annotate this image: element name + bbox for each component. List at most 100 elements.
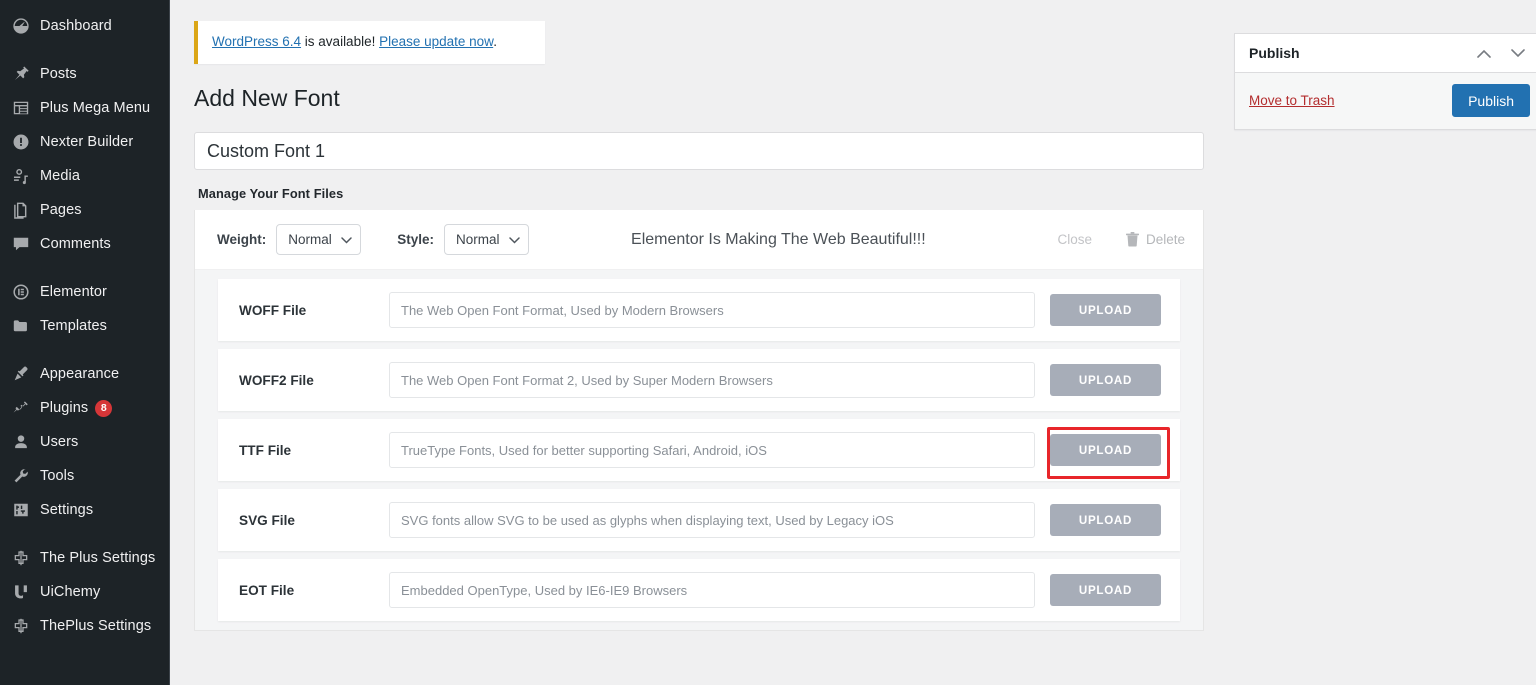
sidebar-item-tools[interactable]: Tools bbox=[0, 459, 170, 493]
font-title-input[interactable] bbox=[194, 132, 1204, 171]
weight-select[interactable]: Normal bbox=[276, 224, 362, 256]
update-now-link[interactable]: Please update now bbox=[379, 34, 493, 49]
sidebar-item-comments[interactable]: Comments bbox=[0, 227, 170, 261]
wordpress-version-link[interactable]: WordPress 6.4 bbox=[212, 34, 301, 49]
font-file-row: EOT File UPLOAD bbox=[218, 559, 1180, 622]
trash-icon bbox=[1125, 232, 1139, 247]
sidebar-item-media[interactable]: Media bbox=[0, 159, 170, 193]
style-select-wrap[interactable]: Normal bbox=[444, 224, 530, 256]
font-file-type-label: WOFF2 File bbox=[239, 372, 314, 388]
font-file-path-input[interactable] bbox=[389, 362, 1035, 399]
sidebar-item-plus-mega-menu[interactable]: Plus Mega Menu bbox=[0, 91, 170, 125]
font-file-path-input[interactable] bbox=[389, 432, 1035, 469]
weight-select-wrap[interactable]: Normal bbox=[276, 224, 362, 256]
sidebar-item-badge: 8 bbox=[95, 399, 113, 417]
font-file-row: WOFF2 File UPLOAD bbox=[218, 349, 1180, 412]
chevron-down-icon[interactable] bbox=[1505, 40, 1531, 66]
font-file-row: SVG File UPLOAD bbox=[218, 489, 1180, 552]
sidebar-item-posts[interactable]: Posts bbox=[0, 57, 170, 91]
upload-button[interactable]: UPLOAD bbox=[1050, 434, 1161, 467]
chevron-up-icon[interactable] bbox=[1471, 40, 1497, 66]
notice-end-text: . bbox=[493, 34, 497, 49]
section-label: Manage Your Font Files bbox=[198, 186, 344, 202]
font-file-type-label: EOT File bbox=[239, 582, 295, 598]
admin-sidebar: Dashboard Posts Plus Mega Menu Nexter Build… bbox=[0, 0, 170, 685]
upload-button-highlight-wrap: UPLOAD bbox=[1035, 427, 1170, 480]
sidebar-item-label: Tools bbox=[40, 468, 75, 484]
font-file-row: TTF File UPLOAD bbox=[218, 419, 1180, 482]
upload-button[interactable]: UPLOAD bbox=[1050, 364, 1161, 397]
sidebar-item-elementor[interactable]: Elementor bbox=[0, 275, 170, 309]
style-select[interactable]: Normal bbox=[444, 224, 530, 256]
font-variation-header: Weight: Normal Style: Normal Elementor I… bbox=[195, 210, 1203, 271]
sidebar-item-label: Pages bbox=[40, 202, 82, 218]
publish-box-header: Publish bbox=[1235, 34, 1536, 73]
move-to-trash-link[interactable]: Move to Trash bbox=[1249, 93, 1335, 108]
publish-button[interactable]: Publish bbox=[1452, 84, 1530, 117]
font-file-path-input[interactable] bbox=[389, 292, 1035, 329]
style-label: Style: bbox=[397, 232, 435, 248]
upload-button-wrap: UPLOAD bbox=[1035, 294, 1161, 327]
publish-box-toggles bbox=[1471, 40, 1531, 66]
upload-button[interactable]: UPLOAD bbox=[1050, 504, 1161, 537]
plug-icon bbox=[11, 398, 31, 418]
sidebar-item-label: Comments bbox=[40, 236, 111, 252]
sidebar-item-theplus-settings[interactable]: ThePlus Settings bbox=[0, 609, 170, 643]
sidebar-item-dashboard[interactable]: Dashboard bbox=[0, 9, 170, 43]
main-content: WordPress 6.4 is available! Please updat… bbox=[170, 0, 1536, 685]
weight-label: Weight: bbox=[217, 232, 267, 248]
sidebar-item-plugins[interactable]: Plugins 8 bbox=[0, 391, 170, 425]
update-notice: WordPress 6.4 is available! Please updat… bbox=[194, 21, 545, 65]
exclamation-circle-icon bbox=[11, 132, 31, 152]
sidebar-separator bbox=[0, 343, 170, 357]
sliders-icon bbox=[11, 500, 31, 520]
sidebar-item-label: Users bbox=[40, 434, 79, 450]
sidebar-item-label: Media bbox=[40, 168, 80, 184]
publish-box: Publish Move to Trash Publish bbox=[1234, 33, 1536, 130]
sidebar-item-settings[interactable]: Settings bbox=[0, 493, 170, 527]
media-icon bbox=[11, 166, 31, 186]
font-preview-text: Elementor Is Making The Web Beautiful!!! bbox=[631, 230, 926, 248]
publish-box-body: Move to Trash Publish bbox=[1235, 73, 1536, 129]
sidebar-item-users[interactable]: Users bbox=[0, 425, 170, 459]
elementor-icon bbox=[11, 282, 31, 302]
sidebar-item-appearance[interactable]: Appearance bbox=[0, 357, 170, 391]
font-file-path-input[interactable] bbox=[389, 502, 1035, 539]
font-files-card: Weight: Normal Style: Normal Elementor I… bbox=[194, 210, 1204, 632]
upload-button[interactable]: UPLOAD bbox=[1050, 294, 1161, 327]
close-variation-button[interactable]: Close bbox=[1057, 232, 1092, 247]
uichemy-icon bbox=[11, 582, 31, 602]
brush-icon bbox=[11, 364, 31, 384]
font-file-type-label: WOFF File bbox=[239, 302, 307, 318]
upload-button-wrap: UPLOAD bbox=[1035, 574, 1161, 607]
upload-button[interactable]: UPLOAD bbox=[1050, 574, 1161, 607]
font-file-path-input[interactable] bbox=[389, 572, 1035, 609]
sidebar-item-pages[interactable]: Pages bbox=[0, 193, 170, 227]
variation-actions: Close Delete bbox=[1057, 232, 1185, 247]
sidebar-item-nexter-builder[interactable]: Nexter Builder bbox=[0, 125, 170, 159]
user-icon bbox=[11, 432, 31, 452]
pin-icon bbox=[11, 64, 31, 84]
font-file-type-label: TTF File bbox=[239, 442, 292, 458]
sidebar-item-label: Appearance bbox=[40, 366, 120, 382]
delete-label: Delete bbox=[1145, 232, 1185, 248]
sidebar-separator bbox=[0, 527, 170, 541]
sidebar-right-column: Publish Move to Trash Publish bbox=[1234, 21, 1536, 631]
sidebar-item-label: The Plus Settings bbox=[40, 550, 156, 566]
sidebar-item-the-plus-settings[interactable]: The Plus Settings bbox=[0, 541, 170, 575]
sidebar-item-templates[interactable]: Templates bbox=[0, 309, 170, 343]
publish-box-title: Publish bbox=[1249, 45, 1300, 61]
upload-button-wrap: UPLOAD bbox=[1035, 504, 1161, 537]
font-file-type-label: SVG File bbox=[239, 512, 295, 528]
sidebar-item-label: Dashboard bbox=[40, 18, 112, 34]
delete-variation-button[interactable]: Delete bbox=[1125, 232, 1185, 248]
sidebar-item-uichemy[interactable]: UiChemy bbox=[0, 575, 170, 609]
notice-middle-text: is available! bbox=[301, 34, 380, 49]
page-title: Add New Font bbox=[194, 85, 340, 112]
font-file-rows: WOFF File UPLOAD WOFF2 File UPLOAD TTF File U… bbox=[195, 270, 1203, 631]
pages-icon bbox=[11, 200, 31, 220]
upload-button-wrap: UPLOAD bbox=[1035, 364, 1161, 397]
folder-icon bbox=[11, 316, 31, 336]
wrench-icon bbox=[11, 466, 31, 486]
sidebar-item-label: Plus Mega Menu bbox=[40, 100, 151, 116]
